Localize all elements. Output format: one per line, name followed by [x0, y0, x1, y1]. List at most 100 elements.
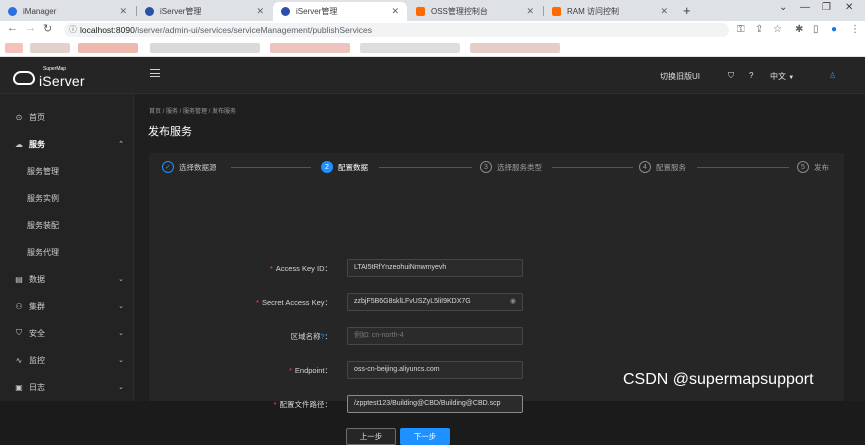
- close-tab-icon[interactable]: ✕: [660, 6, 668, 17]
- close-tab-icon[interactable]: ✕: [526, 6, 534, 17]
- tab-search-icon[interactable]: ⌄: [779, 2, 787, 13]
- secret-access-key-label-text: Secret Access Key：: [261, 298, 332, 307]
- step-select-data-source[interactable]: ✓ 选择数据源: [162, 161, 217, 173]
- blurred-bookmark: [360, 43, 460, 53]
- forward-icon[interactable]: →: [25, 22, 36, 34]
- maximize-icon[interactable]: ❐: [822, 2, 831, 13]
- blurred-bookmark: [150, 43, 260, 53]
- help-icon[interactable]: ?: [749, 71, 753, 80]
- reload-icon[interactable]: ↻: [43, 22, 52, 35]
- sidebar-item-service-assembly[interactable]: 服务装配: [0, 212, 134, 238]
- side-panel-icon[interactable]: ▯: [813, 24, 819, 35]
- region-input[interactable]: 例如: cn-north-4: [347, 327, 523, 345]
- endpoint-input[interactable]: oss-cn-beijing.aliyuncs.com: [347, 361, 523, 379]
- sidebar-item-label: 监控: [29, 355, 45, 365]
- access-key-id-label-text: Access Key ID：: [275, 264, 332, 273]
- language-select[interactable]: 中文 ▼: [770, 71, 794, 82]
- question-icon[interactable]: ?: [321, 334, 325, 341]
- step-label: 配置服务: [656, 162, 686, 172]
- shirt-theme-icon[interactable]: ⛉: [728, 71, 734, 81]
- sidebar-item-label: 服务装配: [27, 220, 59, 230]
- browser-tab-ram[interactable]: RAM 访问控制 ✕: [544, 2, 676, 21]
- step-configure-service[interactable]: 4 配置服务: [639, 161, 686, 173]
- browser-tab-bar: iManager ✕ iServer管理 ✕ iServer管理 ✕ OSS管理…: [0, 0, 865, 21]
- check-icon: ✓: [162, 161, 174, 173]
- steps-bar: ✓ 选择数据源 2 配置数据 3 选择服务类型 4 配置服务 5 发布: [149, 153, 844, 183]
- browser-tab-imanager[interactable]: iManager ✕: [0, 2, 135, 21]
- secret-access-key-value: zzbjF5B6G8sklLFvUSZyL5liI9KDX7G: [354, 298, 471, 305]
- language-label: 中文: [770, 72, 786, 81]
- tab-label: OSS管理控制台: [431, 7, 488, 16]
- logo-big-text: iServer: [39, 72, 85, 89]
- user-icon[interactable]: ♙: [829, 71, 836, 80]
- secret-access-key-row: * Secret Access Key： zzbjF5B6G8sklLFvUSZy…: [149, 293, 844, 311]
- cluster-icon: ⚇: [15, 301, 23, 311]
- share-icon[interactable]: ⇪: [755, 24, 763, 35]
- step-label: 配置数据: [338, 162, 368, 172]
- endpoint-label-text: Endpoint：: [294, 366, 332, 375]
- blurred-bookmark: [270, 43, 350, 53]
- cloud-logo-icon: [13, 71, 35, 85]
- blurred-bookmark: [470, 43, 560, 53]
- url-field[interactable]: ⓘ localhost:8090/iserver/admin-ui/servic…: [64, 23, 729, 37]
- step-connector: [379, 167, 472, 168]
- sidebar-item-service-management[interactable]: 服务管理: [0, 158, 134, 184]
- config-path-input[interactable]: /zpptest123/Building@CBD/Building@CBD.sc…: [347, 395, 523, 413]
- sidebar-item-label: 首页: [29, 112, 45, 122]
- iserver-app: SuperMap iServer ⊙ 首页 ☁ 服务 ⌃ 服务管理 服务实例 服…: [0, 57, 865, 445]
- previous-step-button[interactable]: 上一步: [346, 428, 396, 445]
- collapse-menu-icon[interactable]: [150, 69, 160, 77]
- sidebar: SuperMap iServer ⊙ 首页 ☁ 服务 ⌃ 服务管理 服务实例 服…: [0, 57, 134, 401]
- step-number: 3: [480, 161, 492, 173]
- sidebar-item-services[interactable]: ☁ 服务 ⌃: [0, 131, 134, 157]
- browser-tab-oss[interactable]: OSS管理控制台 ✕: [408, 2, 542, 21]
- sidebar-item-data[interactable]: ▤ 数据 ⌄: [0, 266, 134, 292]
- step-number: 5: [797, 161, 809, 173]
- profile-icon[interactable]: ●: [831, 24, 837, 35]
- step-connector: [552, 167, 633, 168]
- aliyun-favicon-icon: [552, 7, 561, 16]
- step-label: 发布: [814, 162, 829, 172]
- bookmark-star-icon[interactable]: ☆: [773, 24, 782, 35]
- required-asterisk: *: [288, 366, 292, 375]
- switch-old-ui-link[interactable]: 切换旧版UI: [660, 71, 700, 82]
- eye-icon[interactable]: ◉: [510, 294, 516, 310]
- sidebar-item-service-instances[interactable]: 服务实例: [0, 185, 134, 211]
- new-tab-button[interactable]: +: [683, 3, 691, 18]
- sidebar-item-security[interactable]: ⛉ 安全 ⌄: [0, 320, 134, 346]
- config-path-label-text: 配置文件路径：: [279, 400, 333, 409]
- extensions-icon[interactable]: ✱: [795, 24, 803, 35]
- close-window-icon[interactable]: ✕: [845, 2, 853, 13]
- step-publish[interactable]: 5 发布: [797, 161, 829, 173]
- tab-label: iManager: [23, 7, 57, 16]
- secret-access-key-input[interactable]: zzbjF5B6G8sklLFvUSZyL5liI9KDX7G ◉: [347, 293, 523, 311]
- sidebar-item-service-proxy[interactable]: 服务代理: [0, 239, 134, 265]
- next-step-button[interactable]: 下一步: [400, 428, 450, 445]
- back-icon[interactable]: ←: [7, 22, 18, 34]
- region-label-text: 区域名称: [290, 332, 321, 341]
- sidebar-item-logs[interactable]: ▣ 日志 ⌄: [0, 374, 134, 400]
- step-select-service-type[interactable]: 3 选择服务类型: [480, 161, 542, 173]
- minimize-icon[interactable]: —: [800, 2, 810, 13]
- url-path: /iserver/admin-ui/services/serviceManage…: [134, 25, 372, 35]
- sidebar-item-cluster[interactable]: ⚇ 集群 ⌄: [0, 293, 134, 319]
- tab-label: iServer管理: [160, 7, 202, 16]
- sidebar-item-monitor[interactable]: ∿ 监控 ⌄: [0, 347, 134, 373]
- browser-tab-iserver-active[interactable]: iServer管理 ✕: [273, 2, 407, 21]
- close-tab-icon[interactable]: ✕: [256, 6, 264, 17]
- region-label: 区域名称?：: [290, 332, 332, 341]
- close-tab-icon[interactable]: ✕: [391, 6, 399, 17]
- key-icon[interactable]: ⚿: [737, 24, 745, 35]
- step-connector: [231, 167, 311, 168]
- step-label: 选择服务类型: [497, 162, 542, 172]
- menu-icon[interactable]: ⋮: [850, 24, 860, 35]
- access-key-id-input[interactable]: LTAI5tRfYnzeohuiNmwmyevh: [347, 259, 523, 277]
- close-tab-icon[interactable]: ✕: [119, 6, 127, 17]
- supermap-iserver-logo[interactable]: SuperMap iServer: [13, 66, 85, 89]
- monitor-chart-icon: ∿: [15, 355, 23, 365]
- site-info-icon[interactable]: ⓘ: [69, 23, 77, 37]
- browser-tab-iserver-1[interactable]: iServer管理 ✕: [137, 2, 272, 21]
- sidebar-item-home[interactable]: ⊙ 首页: [0, 104, 134, 130]
- sidebar-item-label: 服务代理: [27, 247, 59, 257]
- step-configure-data[interactable]: 2 配置数据: [321, 161, 368, 173]
